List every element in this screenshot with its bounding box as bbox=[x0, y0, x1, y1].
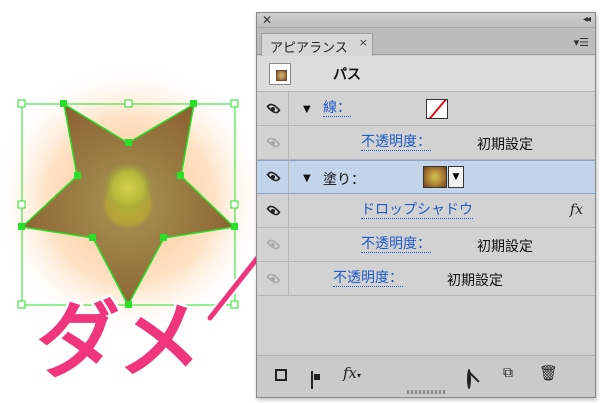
disclosure-triangle-icon[interactable]: ▼ bbox=[303, 104, 311, 115]
fill-row[interactable]: ▼ 塗り： ▼ bbox=[257, 160, 595, 194]
stroke-none-swatch[interactable] bbox=[426, 99, 448, 119]
panel-menu-icon[interactable]: ▾☰ bbox=[574, 36, 589, 49]
fill-label: 塗り： bbox=[323, 172, 365, 188]
fx-icon[interactable]: fx bbox=[570, 202, 583, 218]
drop-shadow-row[interactable]: ドロップシャドウ fx bbox=[257, 194, 595, 228]
close-icon[interactable]: ✕ bbox=[262, 13, 272, 27]
add-stroke-icon[interactable] bbox=[275, 369, 287, 381]
stroke-opacity-value: 初期設定 bbox=[477, 137, 533, 153]
add-fill-icon[interactable] bbox=[311, 371, 313, 389]
disclosure-triangle-icon[interactable]: ▼ bbox=[303, 173, 311, 184]
panel-titlebar: ✕ ◂◂ bbox=[257, 13, 595, 28]
tab-close-icon[interactable]: × bbox=[359, 36, 368, 49]
collapse-icon[interactable]: ◂◂ bbox=[583, 13, 591, 27]
fill-gradient-swatch[interactable] bbox=[423, 166, 447, 188]
appearance-panel: ✕ ◂◂ アピアランス × ▾☰ パス ▼ 線： 不透明度： 初期設定 ▼ 塗り… bbox=[256, 12, 596, 398]
clear-appearance-icon[interactable] bbox=[467, 369, 471, 389]
stroke-opacity-label[interactable]: 不透明度： bbox=[361, 134, 431, 151]
resize-grip[interactable] bbox=[407, 390, 447, 394]
eye-icon[interactable] bbox=[266, 134, 281, 150]
object-opacity-row[interactable]: 不透明度： 初期設定 bbox=[257, 262, 595, 296]
annotation-text: ダメ bbox=[36, 292, 201, 390]
object-opacity-value: 初期設定 bbox=[447, 273, 503, 289]
path-thumbnail bbox=[269, 63, 291, 85]
object-type-label: パス bbox=[333, 67, 361, 83]
fill-dropdown-icon[interactable]: ▼ bbox=[448, 166, 464, 188]
fill-opacity-value: 初期設定 bbox=[477, 239, 533, 255]
tab-appearance-label: アピアランス bbox=[270, 41, 348, 56]
eye-icon[interactable] bbox=[266, 169, 281, 184]
stroke-opacity-row[interactable]: 不透明度： 初期設定 bbox=[257, 126, 595, 160]
eye-icon[interactable] bbox=[266, 202, 281, 218]
tab-appearance[interactable]: アピアランス × bbox=[261, 33, 373, 56]
panel-bottom-toolbar: fx▾ ⧉ 🗑 bbox=[257, 355, 595, 397]
stroke-row[interactable]: ▼ 線： bbox=[257, 92, 595, 126]
trash-icon[interactable]: 🗑 bbox=[539, 364, 558, 382]
fx-menu-label: fx bbox=[343, 364, 358, 382]
fill-opacity-row[interactable]: 不透明度： 初期設定 bbox=[257, 228, 595, 262]
object-opacity-label[interactable]: 不透明度： bbox=[333, 270, 403, 287]
eye-icon[interactable] bbox=[266, 100, 281, 116]
stroke-label[interactable]: 線： bbox=[323, 100, 351, 117]
eye-icon[interactable] bbox=[266, 236, 281, 252]
panel-tab-row: アピアランス × ▾☰ bbox=[257, 28, 595, 56]
duplicate-icon[interactable]: ⧉ bbox=[503, 365, 513, 381]
eye-icon[interactable] bbox=[266, 270, 281, 286]
star-center bbox=[102, 162, 154, 214]
appearance-header-row[interactable]: パス bbox=[257, 56, 595, 92]
appearance-list: パス ▼ 線： 不透明度： 初期設定 ▼ 塗り： ▼ ドロップシャドウ fx 不… bbox=[257, 56, 595, 296]
fill-opacity-label[interactable]: 不透明度： bbox=[361, 236, 431, 253]
fx-menu-icon[interactable]: fx▾ bbox=[343, 364, 361, 382]
drop-shadow-label[interactable]: ドロップシャドウ bbox=[361, 202, 473, 219]
